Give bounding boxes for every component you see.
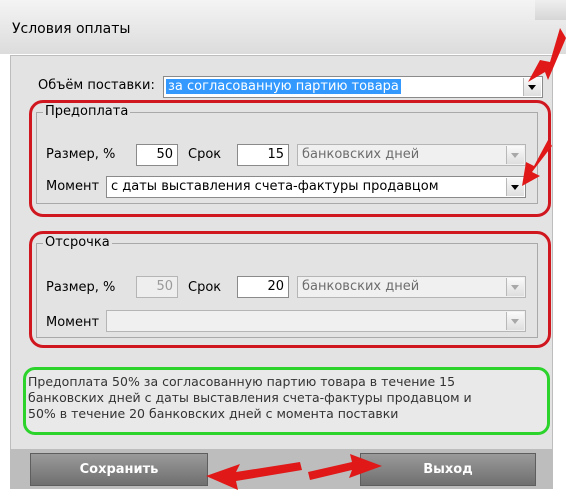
delivery-select[interactable]: за согласованную партию товара [163, 76, 543, 98]
exit-button[interactable]: Выход [360, 453, 536, 486]
window-title: Условия оплаты [12, 21, 131, 37]
prepayment-highlight [29, 100, 551, 217]
summary-line: банковских дней с даты выставления счета… [28, 390, 472, 405]
window-controls-stub [535, 0, 566, 20]
deferral-highlight [29, 231, 551, 348]
delivery-value: за согласованную партию товара [166, 79, 401, 94]
title-bar: Условия оплаты [0, 0, 566, 54]
chevron-down-icon[interactable] [523, 78, 541, 96]
summary-text: Предоплата 50% за согласованную партию т… [28, 374, 518, 422]
save-button[interactable]: Сохранить [30, 453, 208, 486]
summary-line: 50% в течение 20 банковских дней с момен… [28, 406, 399, 421]
summary-line: Предоплата 50% за согласованную партию т… [28, 374, 456, 389]
delivery-label: Объём поставки: [38, 78, 155, 93]
